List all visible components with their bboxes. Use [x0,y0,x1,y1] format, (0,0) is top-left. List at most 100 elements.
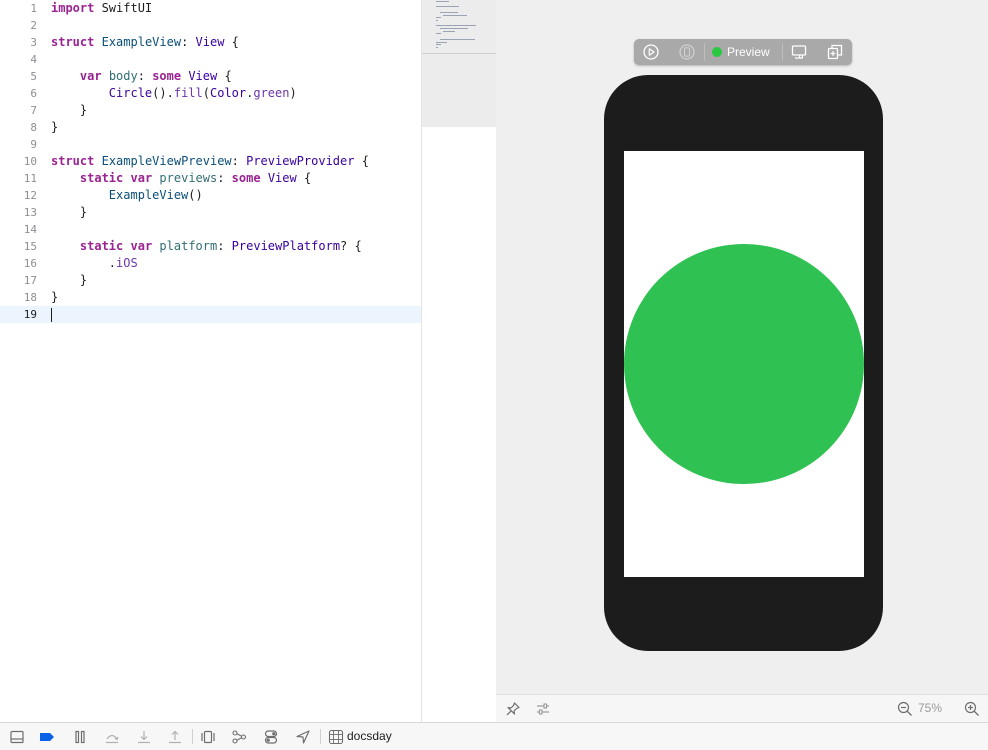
code-token: { [224,35,239,49]
step-out-button[interactable] [166,728,184,746]
memory-graph-button[interactable] [230,728,248,746]
code-text: ExampleView() [51,187,203,204]
code-line[interactable]: 11 static var previews: some View { [0,170,421,187]
pin-button[interactable] [504,700,522,718]
zoom-in-icon [964,701,979,716]
minimap-viewport[interactable] [422,0,496,127]
code-text: var body: some View { [51,68,232,85]
code-line[interactable]: 16 .iOS [0,255,421,272]
preview-canvas[interactable]: Preview [496,0,988,694]
scheme-button[interactable] [327,728,345,746]
code-line[interactable]: 10 struct ExampleViewPreview: PreviewProv… [0,153,421,170]
device-settings-button[interactable] [788,42,810,62]
code-line[interactable]: 17 } [0,272,421,289]
code-line[interactable]: 7 } [0,102,421,119]
view-hierarchy-button[interactable] [199,728,217,746]
code-line[interactable]: 3 struct ExampleView: View { [0,34,421,51]
inspect-button[interactable] [676,42,698,62]
code-token: } [51,273,88,287]
code-token: var [130,239,153,253]
code-line[interactable]: 14 [0,221,421,238]
status-dot [712,47,722,57]
line-number: 5 [30,70,37,83]
live-preview-button[interactable] [640,42,662,62]
minimap-line [436,33,441,35]
code-text: struct ExampleView: View { [51,34,239,51]
code-line[interactable]: 13 } [0,204,421,221]
code-text: } [51,272,87,289]
minimap-line [436,46,438,48]
device-frame [604,75,883,651]
pin-icon [506,702,520,716]
code-token: ExampleView [108,188,189,202]
simulate-location-button[interactable] [294,728,312,746]
toolbar-divider [782,43,783,61]
code-token: import [51,1,95,15]
code-line[interactable]: 2 [0,17,421,34]
duplicate-preview-icon [827,44,843,60]
code-line[interactable]: 9 [0,136,421,153]
code-token: { [296,171,312,185]
code-text: import SwiftUI [51,0,152,17]
code-token: } [51,290,59,304]
code-line[interactable]: 6 Circle().fill(Color.green) [0,85,421,102]
code-line[interactable]: 15 static var platform: PreviewPlatform?… [0,238,421,255]
code-line[interactable]: 4 [0,51,421,68]
code-line[interactable]: 8} [0,119,421,136]
minimap-line [443,14,467,16]
canvas-settings-button[interactable] [534,700,552,718]
code-token: PreviewPlatform [231,239,341,253]
code-token: static [79,239,124,253]
duplicate-preview-button[interactable] [824,42,846,62]
scheme-name[interactable]: docsday [347,729,392,743]
minimap[interactable] [421,0,497,722]
code-line[interactable]: 5 var body: some View { [0,68,421,85]
code-line[interactable]: 18} [0,289,421,306]
device-screen[interactable] [624,151,864,577]
hide-debug-area-button[interactable] [8,728,26,746]
code-token: fill [173,86,203,100]
step-into-icon [138,731,150,744]
minimap-line [436,19,438,21]
line-number: 12 [23,189,37,202]
code-line[interactable]: 19 [0,306,421,323]
memory-graph-icon [232,730,247,744]
code-token: platform [159,239,218,253]
step-over-button[interactable] [103,728,121,746]
step-into-button[interactable] [135,728,153,746]
code-line[interactable]: 1 import SwiftUI [0,0,421,17]
code-token: : [137,69,153,83]
code-token: ExampleView [101,35,182,49]
code-line[interactable]: 12 ExampleView() [0,187,421,204]
step-out-icon [169,730,181,744]
preview-toolbar: Preview [634,39,852,65]
play-circle-icon [643,44,659,60]
debug-bar-divider [320,729,321,744]
line-number: 16 [23,257,37,270]
code-editor[interactable]: 1 import SwiftUI 2 3 struct ExampleView: Vie… [0,0,421,722]
code-token: Color [209,86,247,100]
breakpoints-button[interactable] [38,728,56,746]
code-text: } [51,204,87,221]
code-token: iOS [116,256,138,270]
code-token: { [217,69,232,83]
code-token: (). [152,86,174,100]
line-number: 7 [30,104,37,117]
code-token: ExampleViewPreview [101,154,232,168]
preview-status[interactable]: Preview [712,39,770,65]
line-number: 8 [30,121,37,134]
zoom-out-button[interactable] [896,700,914,718]
minimap-line [436,1,449,2]
zoom-in-button[interactable] [963,700,981,718]
pause-button[interactable] [71,728,89,746]
code-token: ? { [340,239,362,253]
zoom-level[interactable]: 75% [918,701,942,715]
environment-overrides-button[interactable] [262,728,280,746]
scheme-icon [328,729,344,745]
